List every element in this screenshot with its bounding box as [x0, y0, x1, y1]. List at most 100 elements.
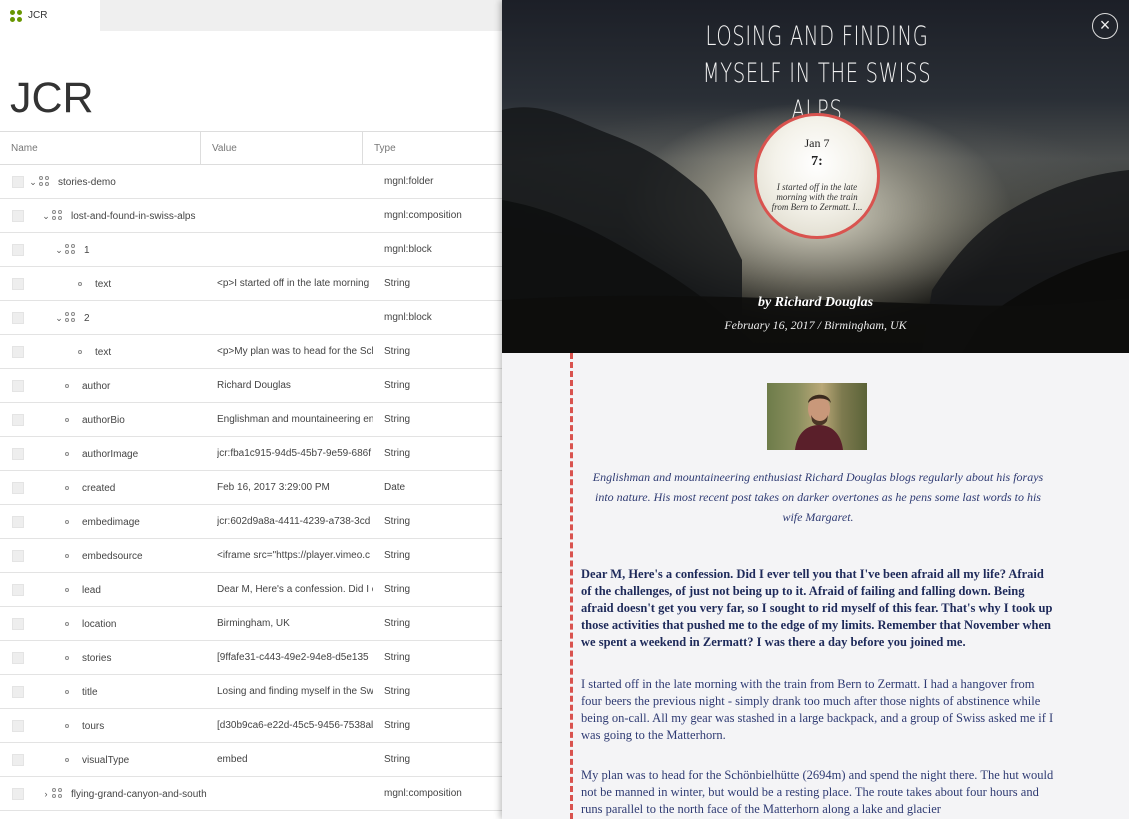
row-checkbox[interactable] [12, 448, 24, 460]
row-type: String [384, 516, 411, 527]
table-row[interactable]: embedsource <iframe src="https://player.v… [0, 539, 502, 573]
row-type: mgnl:block [384, 244, 432, 255]
row-name: visualType [82, 754, 130, 766]
row-checkbox[interactable] [12, 482, 24, 494]
table-row[interactable]: title Losing and finding myself in the Sw… [0, 675, 502, 709]
row-checkbox[interactable] [12, 380, 24, 392]
table-row[interactable]: location Birmingham, UK String [0, 607, 502, 641]
name-cell: ⌄ lost-and-found-in-swiss-alps [0, 199, 217, 232]
story-paragraph: My plan was to head for the Schönbielhüt… [581, 768, 1054, 816]
row-value [217, 777, 373, 810]
table-row[interactable]: authorImage jcr:fba1c915-94d5-45b7-9e59-6… [0, 437, 502, 471]
hero-image: Losing and finding myself in the Swiss A… [502, 0, 1129, 353]
table-row[interactable]: ⌄ stories-demo mgnl:folder [0, 165, 502, 199]
table-row[interactable]: authorBio Englishman and mountaineering e… [0, 403, 502, 437]
name-cell: ⌄ 1 [0, 233, 217, 266]
row-checkbox[interactable] [12, 686, 24, 698]
expand-icon[interactable]: › [41, 789, 51, 799]
byline: by Richard Douglas [757, 295, 874, 310]
row-checkbox[interactable] [12, 278, 24, 290]
table-row[interactable]: text <p>My plan was to head for the Sch St… [0, 335, 502, 369]
grid-header: Name Value Type [0, 131, 502, 165]
row-checkbox[interactable] [12, 652, 24, 664]
row-checkbox[interactable] [12, 312, 24, 324]
row-checkbox[interactable] [12, 788, 24, 800]
name-cell: visualType [0, 743, 217, 776]
row-value [217, 233, 373, 266]
chapter-badge[interactable]: Jan 7 7: I started off in the late morni… [754, 113, 880, 239]
name-cell: location [0, 607, 217, 640]
story-paragraph: I started off in the late morning with t… [581, 677, 1054, 742]
property-icon [78, 282, 82, 286]
column-header-value[interactable]: Value [201, 132, 363, 164]
table-row[interactable]: stories [9ffafe31-c443-49e2-94e8-d5e135 St… [0, 641, 502, 675]
table-row[interactable]: created Feb 16, 2017 3:29:00 PM Date [0, 471, 502, 505]
row-checkbox[interactable] [12, 720, 24, 732]
row-name: text [95, 278, 112, 290]
row-checkbox[interactable] [12, 244, 24, 256]
node-icon [52, 788, 63, 799]
table-row[interactable]: ⌄ 1 mgnl:block [0, 233, 502, 267]
row-name: flying-grand-canyon-and-south [71, 788, 207, 800]
row-type: String [384, 550, 411, 561]
row-checkbox[interactable] [12, 754, 24, 766]
column-header-name[interactable]: Name [0, 132, 201, 164]
collapse-icon[interactable]: ⌄ [28, 177, 38, 187]
table-row[interactable]: › flying-grand-canyon-and-south mgnl:compo… [0, 777, 502, 811]
table-row[interactable]: tours [d30b9ca6-e22d-45c5-9456-7538al Stri… [0, 709, 502, 743]
column-header-type[interactable]: Type [363, 132, 502, 164]
row-type: mgnl:folder [384, 176, 434, 187]
tab-jcr[interactable]: JCR [0, 0, 100, 31]
row-checkbox[interactable] [12, 414, 24, 426]
close-button[interactable]: × [1092, 13, 1118, 39]
row-checkbox[interactable] [12, 176, 24, 188]
collapse-icon[interactable]: ⌄ [54, 245, 64, 255]
row-value: Feb 16, 2017 3:29:00 PM [217, 482, 330, 493]
badge-number: 7: [811, 154, 823, 169]
property-icon [65, 554, 69, 558]
property-icon [65, 656, 69, 660]
table-row[interactable]: embedimage jcr:602d9a8a-4411-4239-a738-3c… [0, 505, 502, 539]
author-photo [767, 383, 867, 450]
row-value: Englishman and mountaineering en [217, 414, 373, 425]
row-type: String [384, 380, 411, 391]
page-title: JCR [10, 74, 94, 122]
row-type: String [384, 584, 411, 595]
table-row[interactable]: visualType embed String [0, 743, 502, 777]
row-checkbox[interactable] [12, 210, 24, 222]
table-row[interactable]: text <p>I started off in the late morning… [0, 267, 502, 301]
collapse-icon[interactable]: ⌄ [54, 313, 64, 323]
name-cell: ⌄ 2 [0, 301, 217, 334]
row-checkbox[interactable] [12, 618, 24, 630]
node-icon [39, 176, 50, 187]
row-value: <p>I started off in the late morning [217, 278, 370, 289]
collapse-icon[interactable]: ⌄ [41, 211, 51, 221]
row-checkbox[interactable] [12, 584, 24, 596]
table-row[interactable]: author Richard Douglas String [0, 369, 502, 403]
node-icon [65, 312, 76, 323]
table-row[interactable]: ⌄ 2 mgnl:block [0, 301, 502, 335]
dateline: February 16, 2017 / Birmingham, UK [724, 318, 907, 332]
property-icon [65, 486, 69, 490]
node-icon [52, 210, 63, 221]
property-icon [65, 418, 69, 422]
row-name: stories [82, 652, 112, 664]
property-icon [65, 724, 69, 728]
name-cell: text [0, 335, 217, 368]
table-row[interactable]: ⌄ lost-and-found-in-swiss-alps mgnl:compos… [0, 199, 502, 233]
name-cell: › flying-grand-canyon-and-south [0, 777, 217, 810]
row-type: Date [384, 482, 406, 493]
name-cell: created [0, 471, 217, 504]
row-checkbox[interactable] [12, 516, 24, 528]
row-checkbox[interactable] [12, 346, 24, 358]
row-value: <iframe src="https://player.vimeo.c [217, 550, 371, 561]
row-name: tours [82, 720, 105, 732]
row-name: 2 [84, 312, 90, 324]
row-type: String [384, 448, 411, 459]
name-cell: authorBio [0, 403, 217, 436]
row-checkbox[interactable] [12, 550, 24, 562]
property-icon [65, 622, 69, 626]
property-icon [78, 350, 82, 354]
row-type: String [384, 652, 411, 663]
table-row[interactable]: lead Dear M, Here's a confession. Did I e… [0, 573, 502, 607]
